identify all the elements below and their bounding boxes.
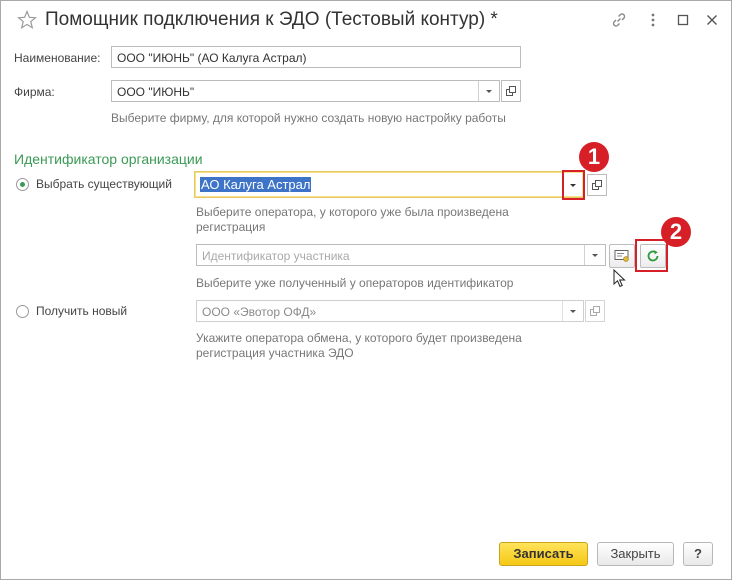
refresh-highlight (635, 239, 668, 272)
dialog-window: Помощник подключения к ЭДО (Тестовый кон… (0, 0, 732, 580)
more-icon[interactable] (645, 12, 661, 28)
certificate-button[interactable] (609, 244, 635, 268)
participant-field[interactable]: Идентификатор участника (196, 244, 606, 266)
name-field[interactable]: ООО "ИЮНЬ" (АО Калуга Астрал) (111, 46, 521, 68)
dropdown-arrow-icon[interactable] (478, 81, 499, 101)
help-button[interactable]: ? (683, 542, 713, 566)
certificate-icon (614, 250, 629, 262)
firm-open-button[interactable] (501, 80, 521, 102)
annotation-badge-2: 2 (661, 217, 691, 247)
star-icon[interactable] (16, 9, 38, 30)
existing-radio[interactable] (16, 178, 29, 191)
firm-field[interactable]: ООО "ИЮНЬ" (111, 80, 500, 102)
operator-open-button[interactable] (587, 174, 607, 196)
close-icon[interactable] (704, 12, 720, 28)
dropdown-arrow-icon[interactable] (570, 184, 576, 187)
operator-hint: Выберите оператора, у которого уже была … (196, 205, 509, 234)
new-operator-field[interactable]: ООО «Эвотор ОФД» (196, 300, 584, 322)
window-title: Помощник подключения к ЭДО (Тестовый кон… (45, 9, 498, 30)
name-value: ООО "ИЮНЬ" (АО Калуга Астрал) (117, 51, 307, 65)
open-form-icon (590, 306, 600, 316)
operator-field[interactable]: АО Калуга Астрал (194, 171, 584, 198)
operator-value: АО Калуга Астрал (200, 177, 312, 192)
section-title: Идентификатор организации (14, 151, 203, 167)
annotation-badge-1: 1 (579, 142, 609, 172)
firm-hint: Выберите фирму, для которой нужно создат… (111, 111, 506, 125)
maximize-icon[interactable] (675, 12, 691, 28)
name-label: Наименование: (14, 51, 101, 65)
save-button[interactable]: Записать (499, 542, 588, 566)
new-radio-label[interactable]: Получить новый (36, 304, 127, 318)
participant-hint: Выберите уже полученный у операторов иде… (196, 276, 514, 290)
new-operator-hint: Укажите оператора обмена, у которого буд… (196, 331, 522, 360)
firm-value: ООО "ИЮНЬ" (117, 85, 195, 99)
open-form-icon (506, 86, 516, 96)
title-bar: Помощник подключения к ЭДО (Тестовый кон… (1, 1, 731, 41)
new-operator-open-button[interactable] (585, 300, 605, 322)
existing-radio-label[interactable]: Выбрать существующий (36, 177, 172, 191)
firm-label: Фирма: (14, 85, 55, 99)
close-button[interactable]: Закрыть (597, 542, 674, 566)
dropdown-arrow-icon[interactable] (562, 301, 583, 321)
link-icon[interactable] (611, 12, 627, 28)
mouse-cursor-icon (613, 269, 626, 288)
open-form-icon (592, 180, 602, 190)
participant-placeholder: Идентификатор участника (202, 249, 350, 263)
new-radio[interactable] (16, 305, 29, 318)
new-operator-value: ООО «Эвотор ОФД» (202, 305, 317, 319)
dropdown-arrow-icon[interactable] (584, 245, 605, 265)
